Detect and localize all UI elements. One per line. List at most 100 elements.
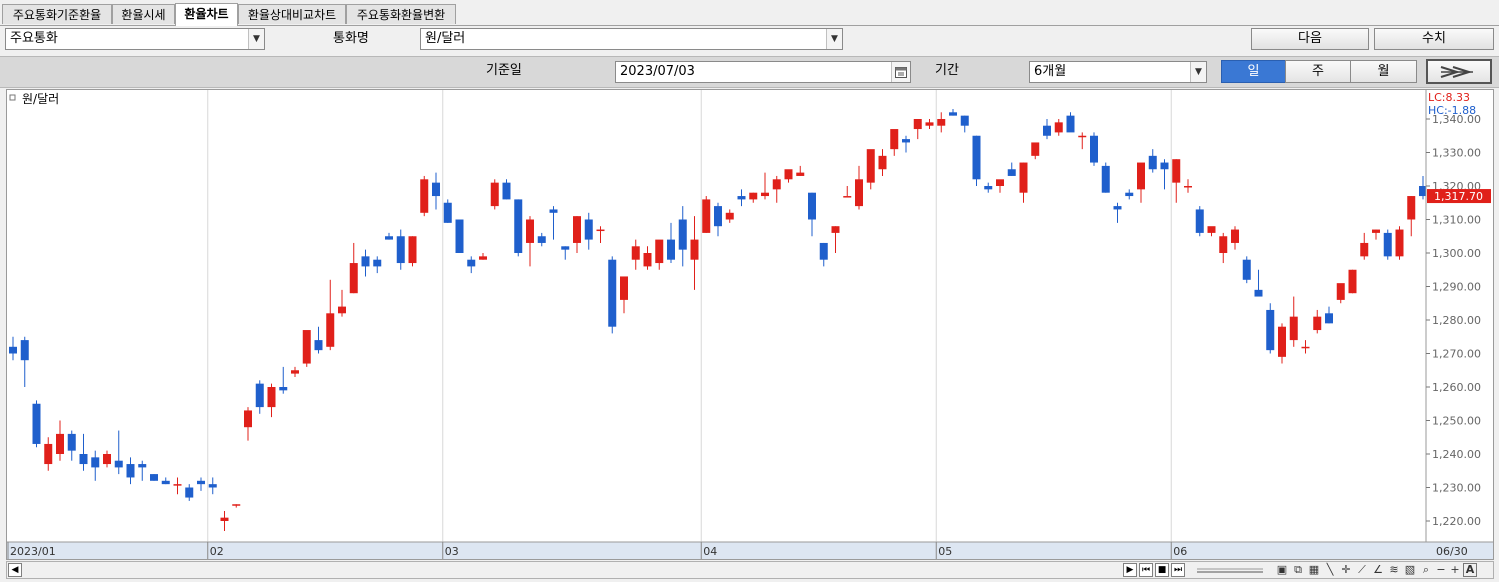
tab-major-currency-rates[interactable]: 주요통화기준환율 — [2, 4, 112, 24]
candle-body — [267, 387, 276, 408]
next-button[interactable]: 다음 — [1251, 28, 1369, 50]
stop-icon[interactable]: ■ — [1155, 563, 1169, 577]
go-last-icon[interactable]: ⏭ — [1171, 563, 1185, 577]
calendar-icon[interactable] — [891, 62, 910, 82]
angle-icon[interactable]: ∠ — [1371, 563, 1385, 577]
candle — [843, 186, 852, 198]
candle — [349, 242, 358, 294]
candle-body — [1043, 125, 1051, 136]
candle-body — [1266, 309, 1275, 351]
candle — [467, 256, 476, 274]
grid-icon[interactable]: ▦ — [1307, 563, 1321, 577]
tab-exchange-quotes[interactable]: 환율시세 — [112, 4, 175, 24]
candle — [596, 226, 605, 243]
candle-body — [960, 115, 969, 126]
zoom-out-icon[interactable]: − — [1435, 563, 1447, 577]
candle-body — [702, 199, 711, 233]
interval-month-button[interactable]: 월 — [1350, 60, 1417, 83]
candle-body — [1101, 165, 1110, 193]
draw-line-icon[interactable]: ⟋ — [1355, 563, 1369, 577]
candle — [1007, 162, 1016, 176]
y-tick-label: 1,250.00 — [1432, 415, 1481, 428]
candle-body — [631, 246, 640, 260]
y-tick-label: 1,260.00 — [1432, 381, 1481, 394]
candle-body — [1219, 236, 1228, 253]
candle — [1043, 119, 1051, 140]
candle — [514, 199, 523, 257]
scroll-left-icon[interactable]: ◀ — [8, 563, 22, 577]
candle — [643, 246, 652, 270]
candle-body — [173, 484, 182, 486]
candle — [808, 192, 816, 237]
text-tool-icon[interactable]: A — [1463, 563, 1477, 577]
candle-body — [1019, 162, 1028, 193]
base-date-input[interactable]: 2023/07/03 — [615, 61, 911, 83]
candle — [373, 256, 382, 274]
chevron-down-icon[interactable]: ▼ — [248, 29, 264, 49]
period-select[interactable]: 6개월 ▼ — [1029, 61, 1207, 83]
candle — [1195, 206, 1204, 237]
chevron-down-icon[interactable]: ▼ — [1190, 62, 1206, 82]
candle-body — [714, 206, 722, 227]
candle — [737, 189, 746, 207]
candle — [479, 253, 487, 260]
tab-relative-comparison-chart[interactable]: 환율상대비교차트 — [238, 4, 346, 24]
candle — [1254, 269, 1263, 297]
candlestick-chart-panel[interactable]: 1,220.00 1,230.00 1,240.00 1,250.00 1,260.00… — [6, 89, 1494, 560]
candle-body — [432, 182, 440, 197]
trendline-icon[interactable]: ╲ — [1323, 563, 1337, 577]
candle — [161, 477, 170, 485]
candlestick-chart[interactable]: 1,220.00 1,230.00 1,240.00 1,250.00 1,260.00… — [7, 90, 1493, 559]
candle-body — [678, 219, 687, 250]
candle-body — [690, 239, 699, 260]
candle-body — [1066, 115, 1075, 133]
fast-forward-button[interactable] — [1426, 59, 1492, 84]
candle — [114, 430, 123, 475]
fibonacci-icon[interactable]: ≋ — [1387, 563, 1401, 577]
candle — [279, 366, 288, 394]
candle-body — [208, 484, 217, 488]
candle — [749, 192, 758, 203]
image-icon[interactable]: ▧ — [1403, 563, 1417, 577]
current-price-label: 1,317.70 — [1434, 190, 1483, 203]
candle-body — [1254, 289, 1263, 297]
zoom-fit-icon[interactable]: ▣ — [1275, 563, 1289, 577]
candle — [79, 433, 88, 471]
candle-body — [855, 179, 863, 207]
candle — [1360, 232, 1369, 260]
interval-day-button[interactable]: 일 — [1221, 60, 1286, 83]
candle — [1172, 159, 1181, 203]
selection-row: 주요통화 ▼ 통화명 원/달러 ▼ 다음 수치 — [0, 26, 1499, 53]
zoom-slider[interactable] — [1195, 563, 1265, 577]
candle — [291, 366, 299, 377]
scroll-right-icon[interactable]: ▶ — [1123, 563, 1137, 577]
candle-body — [831, 226, 840, 233]
candle — [1078, 132, 1087, 150]
candle — [1054, 119, 1063, 136]
candle-body — [1113, 206, 1122, 210]
candle-body — [326, 313, 335, 347]
values-button[interactable]: 수치 — [1374, 28, 1494, 50]
tab-currency-converter[interactable]: 주요통화환율변환 — [346, 4, 456, 24]
y-tick-label: 1,270.00 — [1432, 348, 1481, 361]
candle — [902, 135, 910, 153]
zoom-in-icon[interactable]: + — [1449, 563, 1461, 577]
tab-exchange-chart[interactable]: 환율차트 — [175, 3, 238, 26]
search-icon[interactable]: ⌕ — [1419, 563, 1433, 577]
go-first-icon[interactable]: ⏮ — [1139, 563, 1153, 577]
candle-body — [949, 112, 957, 116]
candle-body — [197, 480, 205, 485]
copy-icon[interactable]: ⧉ — [1291, 563, 1305, 577]
candle — [1148, 149, 1157, 173]
chart-scrollbar[interactable]: ◀ ▶ ⏮ ■ ⏭ ▣ ⧉ ▦ ╲ ✛ ⟋ ∠ ≋ ▧ ⌕ − + A — [6, 561, 1494, 579]
candle — [67, 430, 76, 461]
currency-name-select[interactable]: 원/달러 ▼ — [420, 28, 843, 50]
interval-week-button[interactable]: 주 — [1285, 60, 1351, 83]
crosshair-icon[interactable]: ✛ — [1339, 563, 1353, 577]
candle-body — [878, 155, 887, 170]
candle-body — [103, 454, 111, 465]
currency-group-select[interactable]: 주요통화 ▼ — [5, 28, 265, 50]
candle-body — [526, 219, 534, 243]
candle — [1325, 306, 1333, 324]
chevron-down-icon[interactable]: ▼ — [826, 29, 842, 49]
